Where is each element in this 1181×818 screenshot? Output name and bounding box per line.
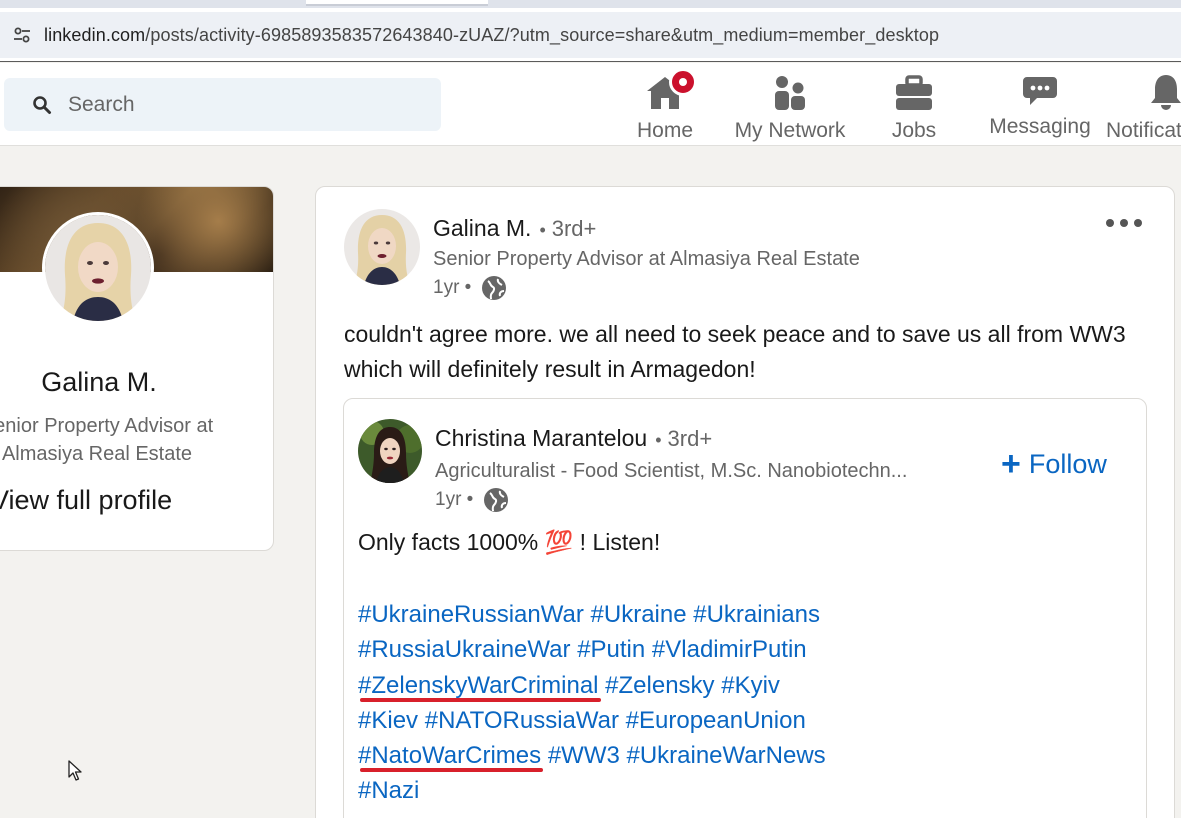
hashtag-link[interactable]: #ZelenskyWarCriminal	[358, 672, 599, 699]
network-icon	[768, 67, 812, 111]
profile-card: Galina M. Senior Property Advisor at Alm…	[0, 186, 274, 551]
globe-icon	[484, 488, 509, 512]
hashtag-link[interactable]: #RussiaUkraineWar	[358, 636, 571, 663]
tune-icon[interactable]	[0, 12, 44, 58]
search-input[interactable]: Search	[4, 78, 441, 131]
connection-degree: 3rd+	[667, 426, 713, 451]
reshared-post[interactable]: Christina Marantelou • 3rd+ Agricultural…	[343, 398, 1147, 818]
active-browser-tab[interactable]	[306, 0, 488, 6]
post-author-line: Galina M. • 3rd+	[433, 215, 596, 242]
hashtag-link[interactable]: #VladimirPutin	[652, 636, 807, 663]
nav-item-messaging[interactable]: Messaging	[989, 63, 1091, 146]
reshare-text: Only facts 1000% 💯 ! Listen!	[358, 529, 661, 555]
hashtag-line: #RussiaUkraineWar #Putin #VladimirPutin	[358, 632, 1138, 667]
hashtag-link[interactable]: #EuropeanUnion	[626, 707, 806, 734]
nav-item-home[interactable]: Home	[636, 63, 697, 146]
nav-item-my-network[interactable]: My Network	[733, 63, 847, 146]
profile-headline-line1: Senior Property Advisor at	[0, 415, 214, 437]
home-icon	[643, 67, 697, 111]
hashtag-line: #UkraineRussianWar #Ukraine #Ukrainians	[358, 597, 1138, 632]
hashtag-link[interactable]: #Putin	[577, 636, 645, 663]
reshare-author-line: Christina Marantelou • 3rd+	[435, 425, 712, 452]
nav-item-notifications[interactable]: Notificat	[1106, 63, 1181, 146]
notification-badge	[669, 68, 697, 96]
hashtag-line: #Nazi	[358, 773, 1138, 808]
post-card: Galina M. • 3rd+ Senior Property Advisor…	[315, 186, 1175, 818]
reshare-author-avatar[interactable]	[358, 419, 422, 483]
view-full-profile-link[interactable]: View full profile	[0, 485, 172, 516]
hashtag-line: #ZelenskyWarCriminal #Zelensky #Kyiv	[358, 668, 1138, 703]
hashtag-line: #NatoWarCrimes #WW3 #UkraineWarNews	[358, 738, 1138, 773]
post-author-name[interactable]: Galina M.	[433, 215, 531, 242]
hashtag-link[interactable]: #NatoWarCrimes	[358, 742, 541, 769]
hashtag-link[interactable]: #Kiev	[358, 707, 418, 734]
reshare-author-name[interactable]: Christina Marantelou	[435, 425, 647, 452]
hashtag-link[interactable]: #Ukraine	[591, 601, 687, 628]
separator-dot: •	[655, 430, 662, 450]
post-timestamp: 1yr •	[433, 277, 472, 298]
globe-icon	[482, 276, 507, 300]
hashtag-link[interactable]: #WW3	[548, 742, 620, 769]
nav-label-my-network: My Network	[734, 119, 846, 142]
reshare-timestamp: 1yr •	[435, 489, 474, 510]
hashtag-link[interactable]: #UkraineWarNews	[626, 742, 825, 769]
url-box[interactable]: linkedin.com/posts/activity-698589358357…	[0, 12, 1181, 58]
url-path: /posts/activity-6985893583572643840-zUAZ…	[145, 24, 940, 45]
hashtag-link[interactable]: #Zelensky	[605, 672, 714, 699]
browser-address-bar: linkedin.com/posts/activity-698589358357…	[0, 8, 1181, 62]
nav-label-messaging: Messaging	[989, 115, 1091, 138]
hashtag-link[interactable]: #UkraineRussianWar	[358, 601, 584, 628]
profile-headline-line2: Almasiya Real Estate	[1, 443, 193, 465]
hashtag-link[interactable]: #Kyiv	[721, 672, 780, 699]
plus-icon: +	[1001, 445, 1021, 483]
mouse-cursor-icon	[68, 760, 82, 781]
hashtag-list: #UkraineRussianWar #Ukraine #Ukrainians #…	[358, 597, 1138, 809]
reshare-meta: 1yr •	[435, 487, 509, 513]
global-nav: Search Home My Network Jobs Messaging No…	[0, 63, 1181, 146]
post-author-avatar[interactable]	[344, 209, 420, 285]
hashtag-line: #Kiev #NATORussiaWar #EuropeanUnion	[358, 703, 1138, 738]
nav-label-notifications: Notificat	[1106, 119, 1181, 142]
hashtag-link[interactable]: #NATORussiaWar	[425, 707, 619, 734]
reshare-author-headline: Agriculturalist - Food Scientist, M.Sc. …	[435, 460, 908, 482]
hashtag-link[interactable]: #Ukrainians	[693, 601, 820, 628]
nav-item-jobs[interactable]: Jobs	[891, 63, 937, 146]
url-host: linkedin.com	[44, 24, 146, 45]
profile-headline: Senior Property Advisor at Almasiya Real…	[0, 412, 217, 468]
post-meta: 1yr •	[433, 275, 507, 301]
messaging-icon	[1018, 67, 1062, 107]
more-options-icon[interactable]	[1106, 213, 1142, 233]
post-commentary: couldn't agree more. we all need to seek…	[344, 321, 1126, 382]
bell-icon	[1144, 67, 1181, 111]
browser-tab-strip	[0, 0, 1181, 8]
post-author-headline: Senior Property Advisor at Almasiya Real…	[433, 248, 860, 270]
nav-label-home: Home	[636, 119, 694, 142]
search-icon	[33, 95, 51, 114]
hashtag-link[interactable]: #Nazi	[358, 777, 419, 804]
profile-name[interactable]: Galina M.	[0, 367, 211, 398]
briefcase-icon	[892, 67, 936, 111]
nav-label-jobs: Jobs	[891, 119, 937, 142]
separator-dot: •	[539, 220, 546, 240]
follow-label: Follow	[1028, 449, 1107, 479]
connection-degree: 3rd+	[551, 216, 597, 241]
url-text[interactable]: linkedin.com/posts/activity-698589358357…	[44, 25, 939, 46]
search-placeholder: Search	[68, 92, 135, 116]
follow-button[interactable]: + Follow	[1001, 445, 1107, 483]
avatar[interactable]	[42, 212, 154, 324]
